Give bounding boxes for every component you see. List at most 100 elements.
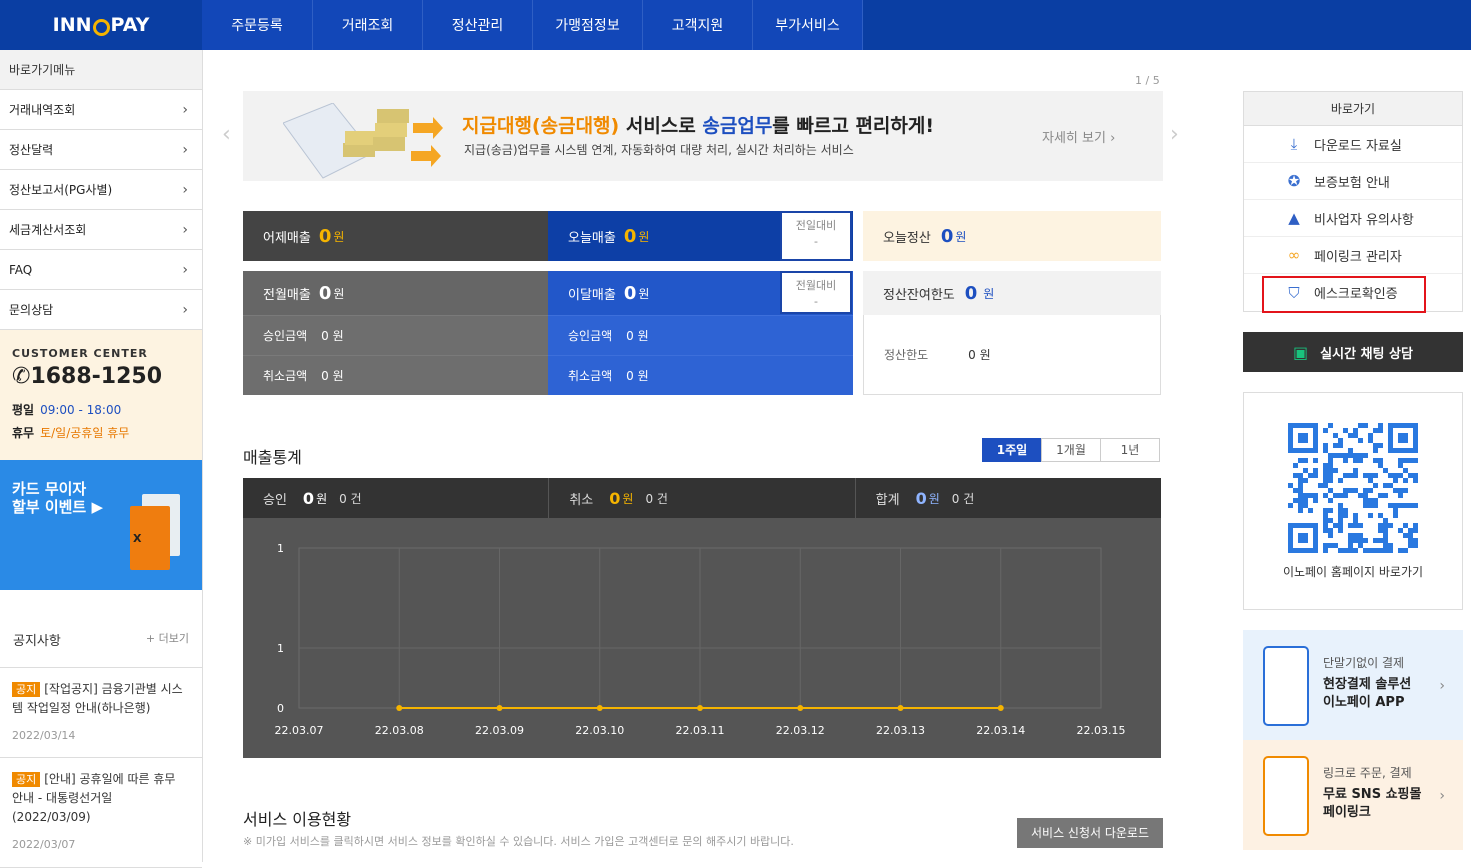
today-settlement: 오늘정산 0원 — [863, 211, 1161, 261]
compare-value: - — [814, 295, 818, 308]
notice-more-link[interactable]: + 더보기 — [146, 630, 189, 667]
chart-x-tick-label: 22.03.12 — [776, 724, 825, 737]
qr-module — [1303, 498, 1308, 503]
nav-support[interactable]: 고객지원 — [643, 0, 753, 50]
qr-module — [1413, 523, 1418, 528]
qr-module — [1363, 473, 1368, 478]
approve-value: 0 — [302, 488, 315, 508]
sidebar-item-calendar[interactable]: 정산달력 › — [0, 130, 202, 170]
logo[interactable]: INN PAY — [0, 0, 202, 50]
qr-module — [1368, 433, 1373, 438]
quick-item-label: 보증보험 안내 — [1314, 175, 1390, 191]
qr-module — [1348, 538, 1353, 543]
quick-item-paylink[interactable]: ∞ 페이링크 관리자 — [1244, 237, 1462, 274]
nav-merchant[interactable]: 가맹점정보 — [533, 0, 643, 50]
qr-module — [1373, 548, 1378, 553]
qr-code-icon — [1288, 423, 1418, 553]
qr-module — [1383, 518, 1388, 523]
customer-center-phone: ✆1688-1250 — [12, 364, 190, 389]
promo-app-text: 단말기없이 결제 현장결제 솔루션 이노페이 APP — [1323, 654, 1411, 712]
settle-today-label: 오늘정산 — [883, 230, 931, 246]
quick-item-download[interactable]: ⤓ 다운로드 자료실 — [1244, 126, 1462, 163]
approve-label: 승인금액 — [263, 329, 308, 343]
tab-week[interactable]: 1주일 — [982, 438, 1042, 462]
approve-value: 0 원 — [626, 329, 649, 343]
top-bar: INN PAY 주문등록 거래조회 정산관리 가맹점정보 고객지원 부가서비스 — [0, 0, 1471, 50]
banner-headline: 지급대행(송금대행) 서비스로 송금업무를 빠르고 편리하게! — [462, 111, 934, 138]
qr-module — [1358, 423, 1363, 428]
download-application-button[interactable]: 서비스 신청서 다운로드 — [1017, 818, 1163, 848]
card-image-front: X — [130, 506, 170, 570]
link-icon: ∞ — [1287, 246, 1301, 264]
notice-item[interactable]: 공지 [작업공지] 금융기관별 시스템 작업일정 안내(하나은행) 2022/03… — [0, 668, 202, 758]
qr-module — [1398, 473, 1403, 478]
quick-item-non-business[interactable]: ▲ 비사업자 유의사항 — [1244, 200, 1462, 237]
qr-module — [1383, 538, 1388, 543]
sidebar-item-faq[interactable]: FAQ › — [0, 250, 202, 290]
live-chat-button[interactable]: ▣ 실시간 채팅 상담 — [1243, 332, 1463, 372]
qr-module — [1343, 513, 1348, 518]
tab-year[interactable]: 1년 — [1100, 438, 1160, 462]
qr-module — [1338, 548, 1343, 553]
sidebar-item-tax[interactable]: 세금계산서조회 › — [0, 210, 202, 250]
sidebar-item-report[interactable]: 정산보고서(PG사별) › — [0, 170, 202, 210]
notice-tag: 공지 — [12, 772, 41, 787]
tab-month[interactable]: 1개월 — [1041, 438, 1101, 462]
qr-module — [1353, 473, 1358, 478]
unit: 원 — [928, 491, 940, 506]
compare-label: 전일대비 — [795, 219, 837, 232]
unit: 원 — [316, 491, 328, 506]
settle-limit: 정산한도 0 원 — [863, 315, 1161, 395]
nav-transactions[interactable]: 거래조회 — [313, 0, 423, 50]
quick-item-insurance[interactable]: ✪ 보증보험 안내 — [1244, 163, 1462, 200]
services-title: 서비스 이용현황 — [243, 810, 352, 829]
qr-module — [1388, 548, 1393, 553]
promo-small: 링크로 주문, 결제 — [1323, 766, 1412, 780]
unit: 원 — [983, 286, 995, 301]
qr-module — [1328, 528, 1333, 533]
qr-module — [1288, 483, 1293, 488]
chat-icon: ▣ — [1293, 342, 1309, 362]
chevron-left-icon[interactable]: ‹ — [222, 122, 231, 147]
compare-value: - — [814, 235, 818, 248]
quick-item-label: 다운로드 자료실 — [1314, 138, 1402, 154]
cancel-count: 0 건 — [645, 491, 668, 506]
chart-y-tick-label: 0 — [277, 702, 284, 715]
qr-module — [1413, 543, 1418, 548]
qr-module — [1303, 458, 1308, 463]
qr-module — [1398, 493, 1403, 498]
chevron-right-icon[interactable]: › — [1170, 122, 1179, 147]
qr-module — [1398, 503, 1403, 508]
event-banner[interactable]: 카드 무이자 할부 이벤트 ▶ X — [0, 460, 202, 590]
qr-module — [1328, 463, 1333, 468]
qr-module — [1353, 458, 1358, 463]
qr-module — [1348, 433, 1353, 438]
notice-item[interactable]: 공지 [안내] 공휴일에 따른 휴무 안내 - 대통령선거일 (2022/03/0… — [0, 758, 202, 868]
sidebar-item-inquiry[interactable]: 문의상담 › — [0, 290, 202, 330]
stats-cancel: 취소 0 원 0 건 — [549, 478, 856, 518]
banner-pager: 1 / 5 — [1135, 74, 1160, 87]
qr-module — [1413, 473, 1418, 478]
notice-header: 공지사항 + 더보기 — [0, 590, 202, 668]
qr-module — [1378, 513, 1383, 518]
qr-box[interactable]: 이노페이 홈페이지 바로가기 — [1243, 392, 1463, 610]
qr-module — [1363, 498, 1368, 503]
promo-paylink[interactable]: 링크로 주문, 결제 무료 SNS 쇼핑몰 페이링크 › — [1243, 740, 1463, 850]
nav-settlement[interactable]: 정산관리 — [423, 0, 533, 50]
promo-app[interactable]: 단말기없이 결제 현장결제 솔루션 이노페이 APP › — [1243, 630, 1463, 740]
qr-module — [1413, 528, 1418, 533]
promo-banner[interactable]: 지급대행(송금대행) 서비스로 송금업무를 빠르고 편리하게! 지급(송금)업무… — [243, 91, 1163, 181]
cancel-amount-last: 취소금액 0 원 — [243, 355, 548, 395]
qr-module — [1368, 488, 1373, 493]
banner-more-link[interactable]: 자세히 보기 › — [1042, 127, 1115, 146]
qr-module — [1298, 493, 1303, 498]
approve-count: 0 건 — [339, 491, 362, 506]
sidebar-item-transactions[interactable]: 거래내역조회 › — [0, 90, 202, 130]
headline-highlight-blue: 송금업무 — [702, 115, 773, 137]
qr-module — [1378, 538, 1383, 543]
nav-extra[interactable]: 부가서비스 — [753, 0, 863, 50]
nav-order[interactable]: 주문등록 — [202, 0, 313, 50]
qr-module — [1348, 533, 1353, 538]
qr-module — [1328, 468, 1333, 473]
qr-module — [1398, 458, 1403, 463]
